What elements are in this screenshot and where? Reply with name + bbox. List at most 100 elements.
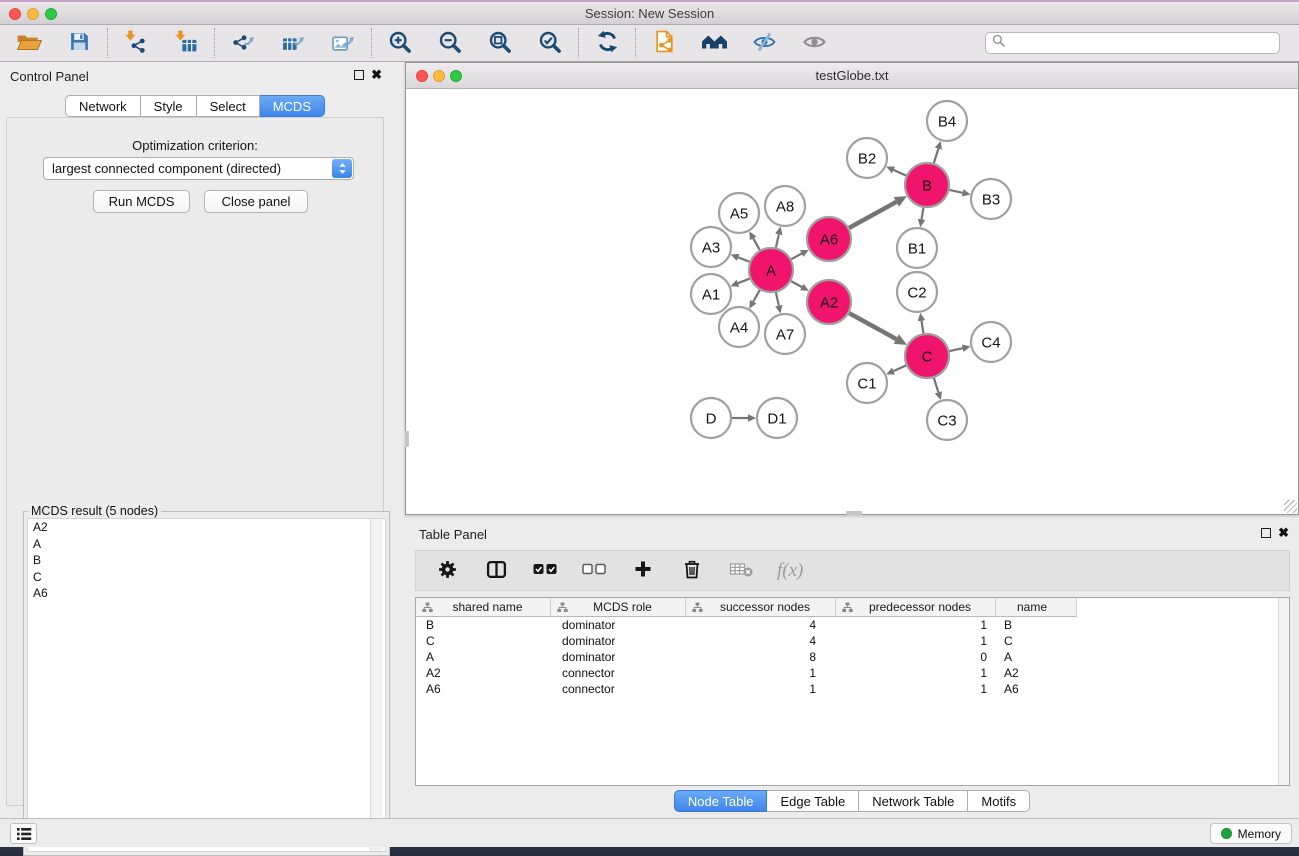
columns-button[interactable] <box>483 557 509 585</box>
gear-button[interactable] <box>434 557 460 585</box>
cell-shared-name: B <box>416 617 551 633</box>
graph-edge-A-A3[interactable] <box>738 257 749 261</box>
run-mcds-button[interactable]: Run MCDS <box>93 190 190 213</box>
memory-status-icon <box>1221 828 1232 839</box>
delete-table-disabled-icon <box>729 560 754 581</box>
search-field[interactable] <box>985 32 1280 54</box>
export-table-button[interactable] <box>278 28 308 58</box>
table-tab-network-table[interactable]: Network Table <box>859 790 968 812</box>
column-header-name[interactable]: name <box>996 598 1077 617</box>
network-canvas[interactable]: B4B2BB3A5A8A6B1A3AC2A1A2A4A7C4CC1C3DD1 <box>406 89 1298 514</box>
status-bar: Memory <box>0 818 1299 847</box>
column-header-MCDS-role[interactable]: MCDS role <box>551 598 686 617</box>
graph-edge-arrowhead <box>935 141 942 150</box>
column-header-predecessor-nodes[interactable]: predecessor nodes <box>836 598 996 617</box>
zoom-out-button[interactable] <box>435 28 465 58</box>
show-all-button[interactable] <box>799 28 829 58</box>
deselect-all-icon <box>581 561 608 580</box>
table-row[interactable]: Cdominator41C <box>416 633 1289 649</box>
import-network-button[interactable] <box>121 28 151 58</box>
splitter-notch-left[interactable] <box>405 431 409 447</box>
result-list-scrollbar[interactable] <box>370 519 383 851</box>
table-row[interactable]: Bdominator41B <box>416 617 1289 633</box>
export-image-button[interactable] <box>328 28 358 58</box>
network-canvas-svg: B4B2BB3A5A8A6B1A3AC2A1A2A4A7C4CC1C3DD1 <box>406 89 1298 514</box>
mcds-result-item[interactable]: A2 <box>28 519 385 536</box>
add-icon <box>634 560 652 581</box>
export-network-button[interactable] <box>228 28 258 58</box>
graph-edge-C-C3[interactable] <box>934 378 938 392</box>
graph-edge-arrowhead <box>935 391 942 400</box>
select-all-button[interactable] <box>532 557 558 585</box>
import-network-icon <box>125 30 148 56</box>
tab-network[interactable]: Network <box>65 95 141 117</box>
graph-edge-A-A8[interactable] <box>776 234 779 247</box>
graph-edge-A2-C[interactable] <box>849 313 896 339</box>
save-session-button[interactable] <box>64 28 94 58</box>
float-table-panel-icon[interactable] <box>1261 528 1271 538</box>
gear-icon <box>437 559 458 583</box>
criterion-dropdown[interactable]: largest connected component (directed) <box>43 157 354 180</box>
close-panel-button[interactable]: Close panel <box>204 190 308 213</box>
graph-edge-C-C4[interactable] <box>949 348 962 351</box>
open-folder-button[interactable] <box>14 28 44 58</box>
tab-select[interactable]: Select <box>197 95 260 117</box>
splitter-notch-bottom[interactable] <box>846 511 862 515</box>
memory-label: Memory <box>1238 827 1281 841</box>
table-row[interactable]: Adominator80A <box>416 649 1289 665</box>
tab-style[interactable]: Style <box>141 95 197 117</box>
graph-edge-B-B4[interactable] <box>934 149 938 163</box>
graph-edge-A6-B[interactable] <box>849 202 896 228</box>
zoom-fit-button[interactable] <box>485 28 515 58</box>
graph-edge-B-B2[interactable] <box>893 170 906 176</box>
close-table-panel-icon[interactable]: ✖ <box>1278 525 1289 541</box>
open-folder-icon <box>16 31 42 56</box>
desktop: Session: New Session Control Panel ✖ Net… <box>0 0 1299 853</box>
table-row[interactable]: A6connector11A6 <box>416 681 1289 697</box>
first-neighbors-button[interactable] <box>699 28 729 58</box>
cell-predecessor-nodes: 0 <box>836 649 996 665</box>
tab-mcds[interactable]: MCDS <box>260 95 325 117</box>
search-input[interactable] <box>1010 36 1273 51</box>
graph-edge-A-A2[interactable] <box>791 281 802 287</box>
table-tab-edge-table[interactable]: Edge Table <box>767 790 859 812</box>
mcds-result-item[interactable]: C <box>28 569 385 586</box>
column-header-shared-name[interactable]: shared name <box>416 598 551 617</box>
function-builder-button[interactable]: f(x) <box>777 560 803 582</box>
mcds-result-item[interactable]: A6 <box>28 585 385 602</box>
window-resize-grip[interactable] <box>1284 500 1297 513</box>
graph-edge-A-A5[interactable] <box>753 238 760 250</box>
deselect-all-button[interactable] <box>581 557 607 585</box>
memory-button[interactable]: Memory <box>1210 823 1292 844</box>
trash-icon <box>683 559 701 583</box>
graph-node-label: A1 <box>702 287 720 304</box>
graph-edge-B-B1[interactable] <box>922 208 924 220</box>
mcds-result-item[interactable]: A <box>28 536 385 553</box>
graph-edge-C-C2[interactable] <box>921 321 923 334</box>
network-view-window: testGlobe.txt B4B2BB3A5A8A6B1A3AC2A1A2A4… <box>405 62 1299 515</box>
hide-selected-button[interactable] <box>749 28 779 58</box>
graph-edge-C-C1[interactable] <box>893 365 906 371</box>
graph-edge-A-A7[interactable] <box>776 292 779 305</box>
table-tab-node-table[interactable]: Node Table <box>674 790 768 812</box>
graph-edge-A-A1[interactable] <box>738 279 750 284</box>
new-network-from-selection-button[interactable] <box>649 28 679 58</box>
add-button[interactable] <box>630 557 656 585</box>
mcds-result-item[interactable]: B <box>28 552 385 569</box>
refresh-layout-button[interactable] <box>592 28 622 58</box>
table-row[interactable]: A2connector11A2 <box>416 665 1289 681</box>
trash-button[interactable] <box>679 557 705 585</box>
graph-edge-B-B3[interactable] <box>949 190 962 193</box>
zoom-in-button[interactable] <box>385 28 415 58</box>
table-tab-motifs[interactable]: Motifs <box>968 790 1030 812</box>
column-header-successor-nodes[interactable]: successor nodes <box>686 598 836 617</box>
graph-edge-A-A6[interactable] <box>791 254 801 260</box>
task-history-button[interactable] <box>10 823 37 844</box>
zoom-selected-button[interactable] <box>535 28 565 58</box>
import-table-button[interactable] <box>171 28 201 58</box>
delete-table-disabled-button[interactable] <box>728 557 754 585</box>
float-panel-icon[interactable] <box>354 70 364 80</box>
graph-edge-A-A4[interactable] <box>753 290 760 302</box>
table-scrollbar[interactable] <box>1278 598 1289 785</box>
close-panel-icon[interactable]: ✖ <box>371 67 382 83</box>
